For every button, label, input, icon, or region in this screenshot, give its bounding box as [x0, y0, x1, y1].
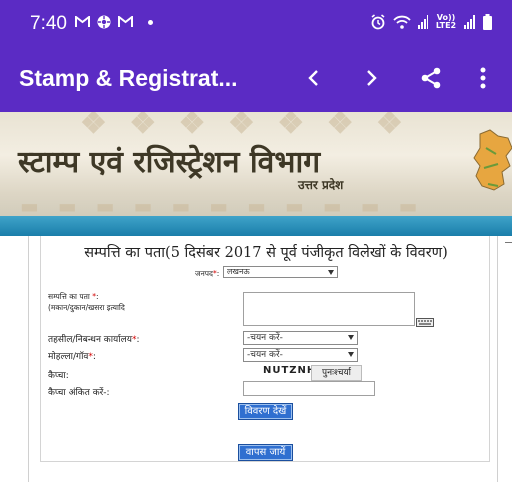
captcha-image: NUTZNH: [263, 365, 317, 376]
mohalla-select-value: -चयन करें-: [247, 350, 283, 360]
mohalla-label: मोहल्ला/गॉव*:: [48, 352, 96, 362]
more-notifications-dot: [148, 19, 153, 25]
address-hint: (मकान/दुकान/खसरा इत्यादि: [48, 303, 125, 312]
network-label: Vo)) LTE2: [435, 13, 457, 30]
mohalla-select[interactable]: -चयन करें-: [243, 348, 358, 362]
right-edge-mark: [505, 242, 512, 243]
tehsil-select-value: -चयन करें-: [247, 333, 283, 343]
overflow-menu-button[interactable]: [466, 61, 500, 95]
left-border: [28, 236, 29, 482]
form-title: सम्पत्ति का पता(5 दिसंबर 2017 से पूर्व प…: [84, 245, 448, 261]
district-select[interactable]: लखनऊ: [223, 266, 338, 278]
signal-icon: [464, 15, 475, 29]
captcha-input[interactable]: [243, 381, 375, 396]
go-back-button[interactable]: वापस जायें: [238, 444, 293, 461]
status-time: 7:40: [30, 13, 67, 34]
content-area: सम्पत्ति का पता(5 दिसंबर 2017 से पूर्व प…: [0, 236, 512, 482]
district-select-value: लखनऊ: [227, 267, 250, 276]
alarm-icon: [371, 14, 385, 30]
address-textarea[interactable]: [243, 292, 415, 326]
captcha-refresh-button[interactable]: पुनःश्चर्या: [311, 365, 362, 381]
view-details-button[interactable]: विवरण देखें: [238, 403, 293, 420]
right-border: [497, 236, 498, 482]
share-icon: [421, 67, 441, 89]
app-title: Stamp & Registrat...: [19, 65, 238, 91]
back-nav-button[interactable]: [296, 61, 330, 95]
app-screen: 7:40 Vo)) LTE2 Stamp & Registrat... ❖ ❖ …: [0, 0, 512, 482]
banner-title: स्टाम्प एवं रजिस्ट्रेशन विभाग: [18, 145, 321, 180]
up-map-icon: [473, 129, 512, 191]
district-label: जनपद*:: [195, 269, 220, 278]
gmail-icon: [118, 16, 133, 27]
settings-wheel-icon: [97, 15, 111, 29]
banner-divider-bar: [0, 216, 512, 236]
more-vert-icon: [480, 67, 486, 89]
address-label: सम्पत्ति का पता *:: [48, 292, 99, 301]
chevron-left-icon: [308, 70, 318, 86]
status-bar: 7:40 Vo)) LTE2: [0, 0, 512, 46]
captcha-entry-label: कैप्चा अंकित करें-:: [48, 388, 110, 398]
share-button[interactable]: [414, 61, 448, 95]
chevron-right-icon: [367, 70, 377, 86]
gmail-icon: [75, 16, 90, 27]
captcha-label: कैप्चा:: [48, 371, 69, 381]
tehsil-label: तहसील/निबन्धन कार्यालय*:: [48, 335, 140, 345]
chevron-down-icon: [328, 270, 334, 275]
keyboard-icon[interactable]: [416, 318, 434, 327]
wifi-icon: [393, 15, 411, 29]
forward-nav-button[interactable]: [355, 61, 389, 95]
header-banner: ❖ ❖ ❖ ❖ ❖ ❖ ❖ ▬ ▬ ▬ ▬ ▬ ▬ ▬ ▬ ▬ ▬ ▬ स्टा…: [0, 112, 512, 220]
banner-subtitle: उत्तर प्रदेश: [298, 178, 344, 192]
chevron-down-icon: [348, 352, 354, 357]
status-right-icons: Vo)) LTE2: [370, 14, 492, 30]
tehsil-select[interactable]: -चयन करें-: [243, 331, 358, 345]
chevron-down-icon: [348, 335, 354, 340]
banner-background-texture: ❖ ❖ ❖ ❖ ❖ ❖ ❖: [80, 112, 409, 141]
notification-icons: [75, 15, 153, 29]
signal-icon: [418, 15, 428, 29]
banner-background-texture: ▬ ▬ ▬ ▬ ▬ ▬ ▬ ▬ ▬ ▬ ▬: [20, 194, 424, 218]
app-bar: Stamp & Registrat...: [0, 46, 512, 112]
battery-icon: [483, 14, 492, 30]
property-search-form: सम्पत्ति का पता(5 दिसंबर 2017 से पूर्व प…: [40, 236, 490, 462]
